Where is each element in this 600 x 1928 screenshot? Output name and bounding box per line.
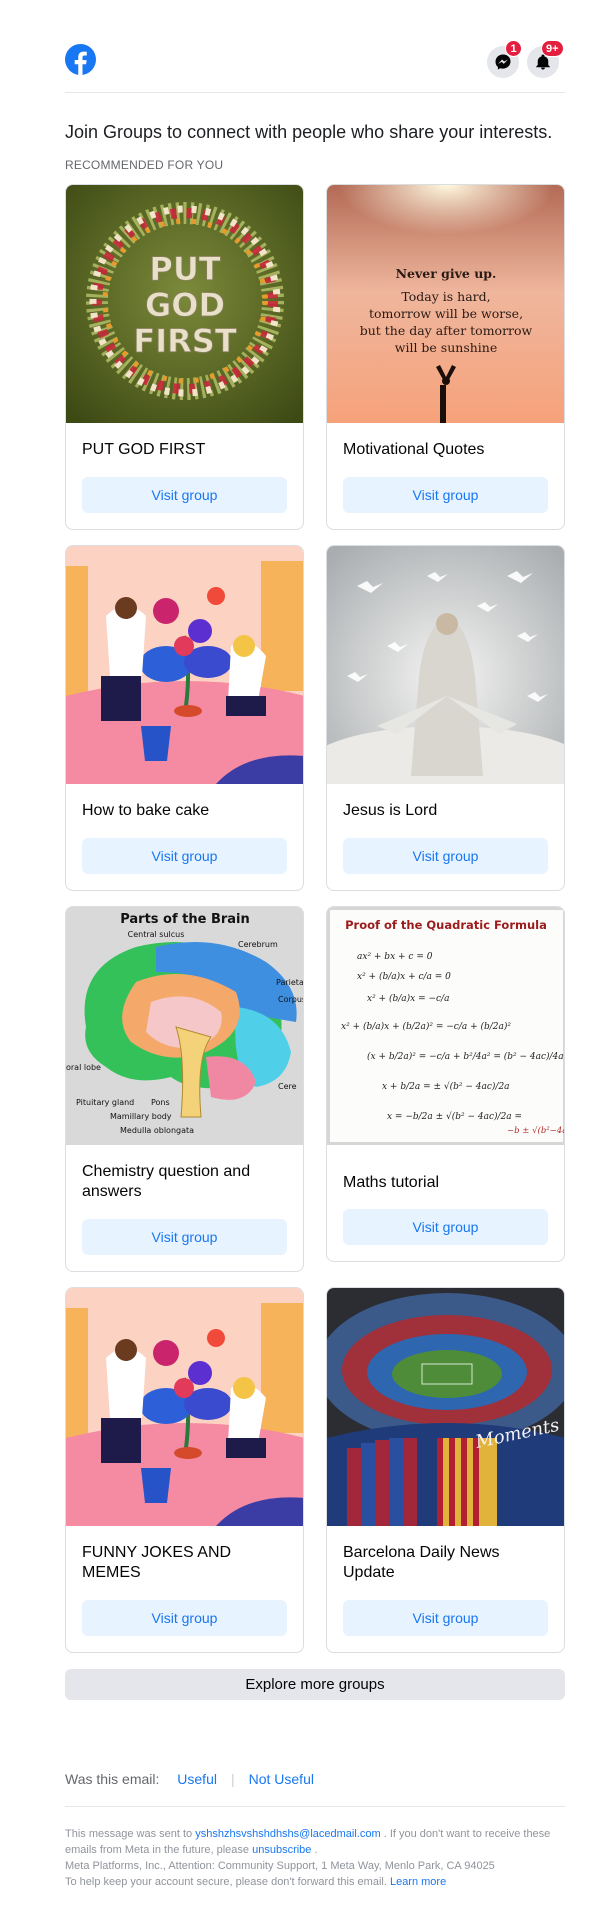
group-card: How to bake cake Visit group — [65, 545, 304, 891]
svg-text:x² + (b/a)x = −c/a: x² + (b/a)x = −c/a — [367, 993, 449, 1004]
svg-text:x = −b/2a ± √(b² − 4ac)/2a =: x = −b/2a ± √(b² − 4ac)/2a = — [387, 1111, 522, 1122]
image-text: Parietal — [276, 978, 303, 987]
email-header: 1 9+ — [65, 0, 565, 93]
image-text: Cere — [278, 1082, 297, 1091]
group-image[interactable]: Proof of the Quadratic Formula ax² + bx … — [327, 907, 564, 1145]
visit-group-button[interactable]: Visit group — [343, 838, 548, 874]
footer-line-3: To help keep your account secure, please… — [65, 1874, 565, 1890]
explore-more-groups-button[interactable]: Explore more groups — [65, 1669, 565, 1700]
group-card: Never give up. Today is hard, tomorrow w… — [326, 184, 565, 530]
intro-text: Join Groups to connect with people who s… — [65, 122, 553, 142]
group-image[interactable]: PUT GOD FIRST — [66, 185, 303, 423]
image-text: but the day after tomorrow — [360, 323, 533, 338]
notifications-button[interactable]: 9+ — [527, 40, 564, 78]
group-name[interactable]: FUNNY JOKES AND MEMES — [82, 1543, 291, 1583]
image-text: oral lobe — [66, 1063, 101, 1072]
useful-link[interactable]: Useful — [177, 1771, 217, 1787]
footer-text: This message was sent to — [65, 1828, 196, 1840]
group-card: Proof of the Quadratic Formula ax² + bx … — [326, 906, 565, 1262]
visit-group-button[interactable]: Visit group — [82, 1600, 287, 1636]
image-text: Never give up. — [396, 266, 497, 281]
feedback-separator: | — [230, 1771, 235, 1787]
visit-group-button[interactable]: Visit group — [343, 1600, 548, 1636]
unsubscribe-link[interactable]: unsubscribe — [252, 1844, 311, 1856]
group-name[interactable]: PUT GOD FIRST — [82, 440, 291, 460]
group-card: Moments Barcelona Daily News Update Visi… — [326, 1287, 565, 1653]
image-text: Parts of the Brain — [120, 912, 250, 927]
image-text: Central sulcus — [128, 930, 185, 939]
group-image[interactable]: Moments — [327, 1288, 564, 1526]
footer-line-1: This message was sent to yshshzhsvshshdh… — [65, 1826, 565, 1858]
footer-divider — [65, 1806, 565, 1807]
group-card: FUNNY JOKES AND MEMES Visit group — [65, 1287, 304, 1653]
image-text: Pons — [151, 1098, 170, 1107]
footer: This message was sent to yshshzhsvshshdh… — [65, 1826, 565, 1890]
svg-text:(x + b/2a)² = −c/a + b²/4a² =: (x + b/2a)² = −c/a + b²/4a² = (b² − 4ac)… — [367, 1051, 564, 1062]
image-text: Today is hard, — [401, 289, 490, 304]
image-text: Mamillary body — [110, 1112, 172, 1121]
group-card: Jesus is Lord Visit group — [326, 545, 565, 891]
image-text: Corpus — [278, 995, 303, 1004]
feedback-row: Was this email: Useful | Not Useful — [65, 1771, 314, 1787]
group-image[interactable] — [327, 546, 564, 784]
group-image[interactable]: Parts of the Brain Central sulcus Cerebr… — [66, 907, 303, 1145]
svg-text:−b ± √(b²−4ac) / 2a: −b ± √(b²−4ac) / 2a — [507, 1125, 564, 1136]
visit-group-button[interactable]: Visit group — [82, 1219, 287, 1255]
svg-text:x² + (b/a)x + c/a = 0: x² + (b/a)x + c/a = 0 — [357, 971, 451, 982]
visit-group-button[interactable]: Visit group — [82, 838, 287, 874]
messenger-button[interactable]: 1 — [487, 40, 522, 78]
group-name[interactable]: Chemistry question and answers — [82, 1162, 291, 1202]
learn-more-link[interactable]: Learn more — [390, 1876, 446, 1888]
group-card: Parts of the Brain Central sulcus Cerebr… — [65, 906, 304, 1272]
group-name[interactable]: Maths tutorial — [343, 1173, 552, 1193]
group-image[interactable]: Never give up. Today is hard, tomorrow w… — [327, 185, 564, 423]
footer-text: To help keep your account secure, please… — [65, 1876, 390, 1888]
footer-text: . — [311, 1844, 318, 1856]
svg-text:x + b/2a = ± √(b² − 4ac)/2a: x + b/2a = ± √(b² − 4ac)/2a — [382, 1081, 510, 1092]
image-text: Medulla oblongata — [120, 1126, 194, 1135]
image-text: Pituitary gland — [76, 1098, 134, 1107]
feedback-question: Was this email: — [65, 1771, 160, 1787]
image-text: tomorrow will be worse, — [369, 306, 523, 321]
facebook-logo-icon[interactable] — [65, 44, 96, 75]
image-text: PUT — [149, 250, 220, 288]
image-text: Cerebrum — [238, 940, 278, 949]
section-label: RECOMMENDED FOR YOU — [65, 158, 224, 172]
footer-address: Meta Platforms, Inc., Attention: Communi… — [65, 1860, 495, 1872]
recipient-email-link[interactable]: yshshzhsvshshdhshs@lacedmail.com — [195, 1828, 380, 1840]
not-useful-link[interactable]: Not Useful — [249, 1771, 314, 1787]
group-image[interactable] — [66, 1288, 303, 1526]
group-image[interactable] — [66, 546, 303, 784]
svg-text:ax² + bx + c = 0: ax² + bx + c = 0 — [357, 952, 433, 962]
group-card: PUT GOD FIRST PUT GOD FIRST Visit group — [65, 184, 304, 530]
image-text: GOD — [145, 286, 225, 324]
visit-group-button[interactable]: Visit group — [343, 1209, 548, 1245]
group-name[interactable]: Jesus is Lord — [343, 801, 552, 821]
image-text: will be sunshine — [395, 340, 497, 355]
svg-text:x² + (b/a)x + (b/2a)² = −c/a +: x² + (b/a)x + (b/2a)² = −c/a + (b/2a)² — [341, 1021, 511, 1032]
messenger-badge: 1 — [505, 40, 522, 57]
notifications-badge: 9+ — [541, 40, 564, 57]
visit-group-button[interactable]: Visit group — [343, 477, 548, 513]
group-name[interactable]: Barcelona Daily News Update — [343, 1543, 552, 1583]
group-name[interactable]: How to bake cake — [82, 801, 291, 821]
visit-group-button[interactable]: Visit group — [82, 477, 287, 513]
group-name[interactable]: Motivational Quotes — [343, 440, 552, 460]
image-text: Proof of the Quadratic Formula — [345, 918, 547, 932]
email-body: 1 9+ Join Groups to connect with people … — [65, 0, 565, 1888]
image-text: FIRST — [133, 322, 236, 360]
